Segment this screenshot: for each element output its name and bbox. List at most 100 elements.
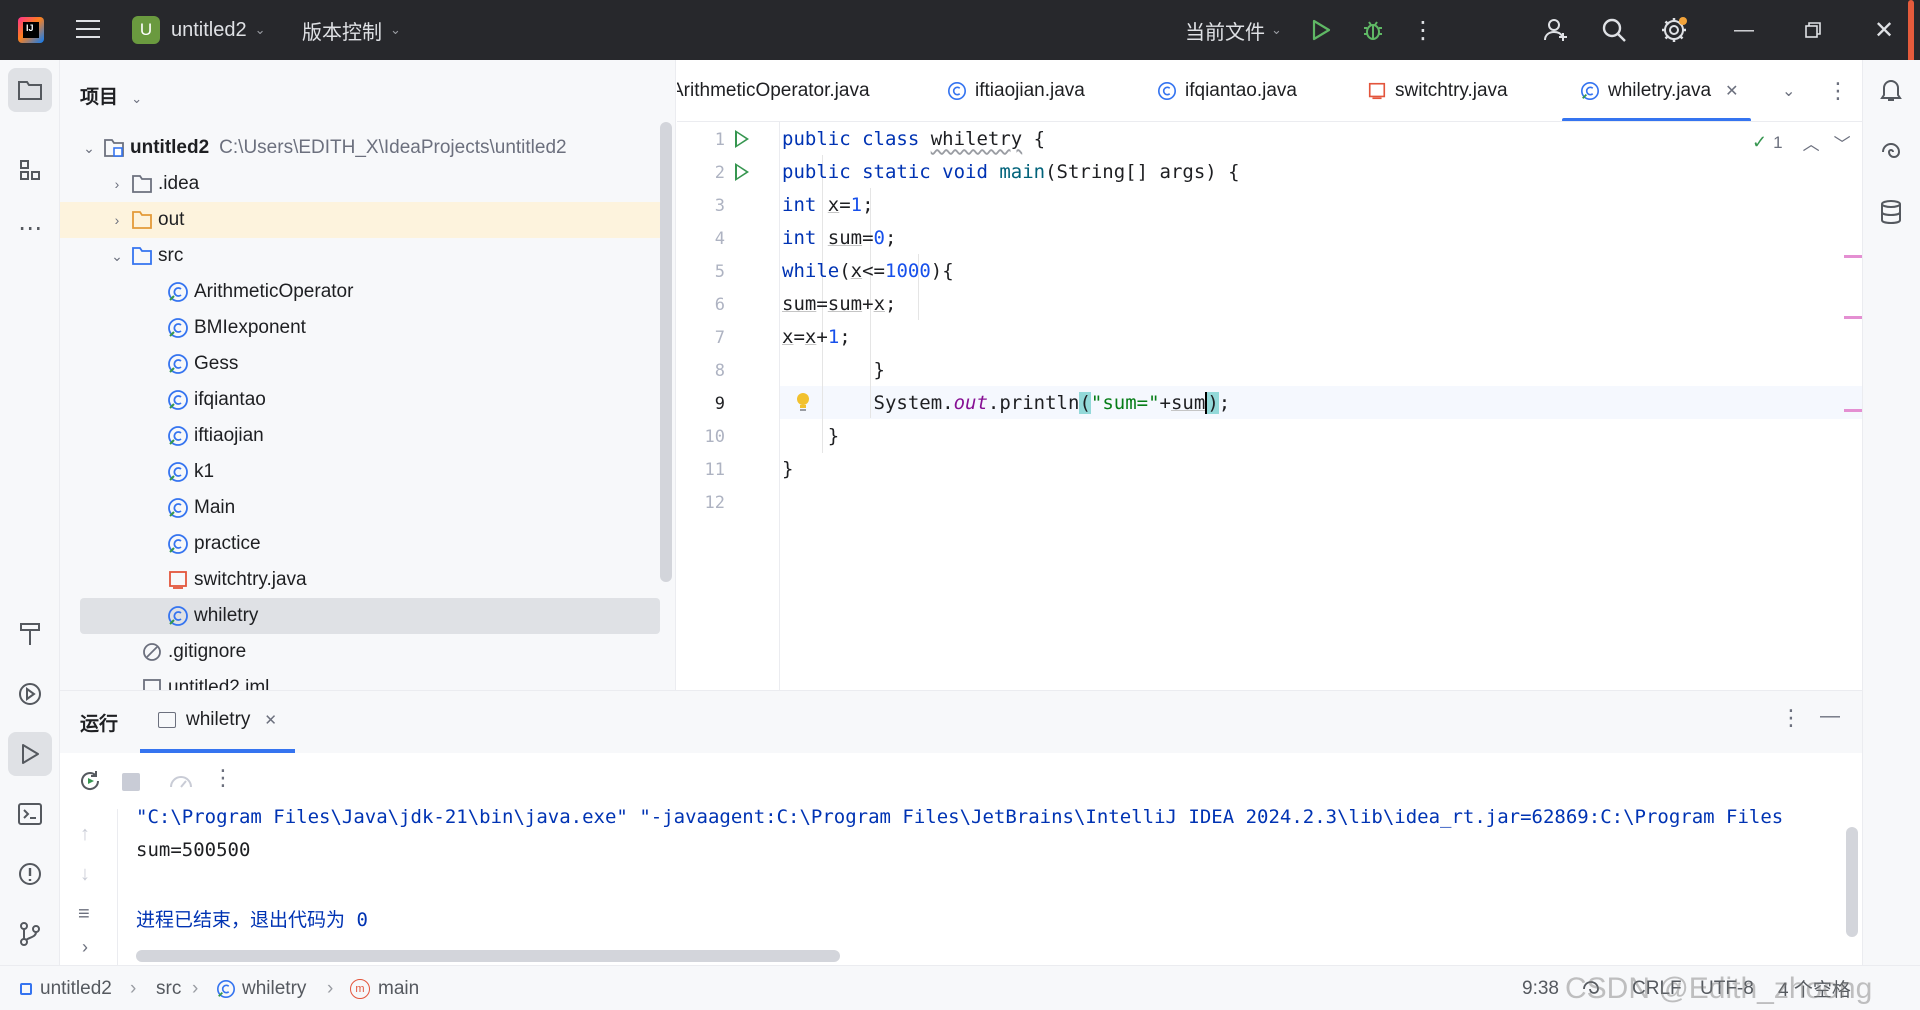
tab-more-icon[interactable]: ⋮ [1827, 60, 1849, 121]
intellij-logo-icon[interactable]: IJ [18, 17, 44, 43]
scroll-down-icon[interactable]: ↓ [80, 863, 90, 886]
notifications-bell-icon[interactable] [1869, 68, 1913, 112]
tab-whiletry[interactable]: whiletry.java ✕ [1562, 60, 1751, 121]
search-icon[interactable] [1598, 14, 1630, 46]
error-stripe-mark[interactable] [1844, 255, 1862, 258]
stop-icon[interactable] [122, 773, 140, 791]
build-hammer-icon[interactable] [8, 612, 52, 656]
line-number: 3 [714, 196, 725, 216]
tree-row-root[interactable]: ⌄ untitled2 C:\Users\EDITH_X\IdeaProject… [60, 130, 660, 166]
tree-row-class[interactable]: BMIexponent [60, 310, 660, 346]
tree-row-iml[interactable]: untitled2.iml [60, 670, 660, 690]
tab-arithmetic-operator[interactable]: ArithmeticOperator.java [677, 60, 870, 121]
right-tool-strip [1862, 60, 1920, 965]
tree-item-label: .gitignore [168, 641, 247, 662]
tab-iftiaojian[interactable]: iftiaojian.java [947, 60, 1085, 121]
project-selector[interactable]: untitled2 ⌄ [171, 0, 266, 60]
database-icon[interactable] [1869, 190, 1913, 234]
tree-row-class[interactable]: Main [60, 490, 660, 526]
line-number: 11 [704, 460, 725, 480]
run-more-icon[interactable]: ⋮ [1780, 705, 1802, 731]
chevron-up-icon[interactable]: ︿ [1803, 130, 1820, 155]
tree-row-class[interactable]: ifqiantao [60, 382, 660, 418]
tree-row-java-file[interactable]: switchtry.java [60, 562, 660, 598]
error-stripe-mark[interactable] [1844, 316, 1862, 319]
run-tool-icon[interactable] [8, 732, 52, 776]
tab-list-chevron-icon[interactable]: ⌄ [1782, 60, 1795, 121]
error-stripe-mark[interactable] [1844, 409, 1862, 412]
vcs-menu[interactable]: 版本控制 ⌄ [302, 0, 401, 60]
console-window-icon [158, 712, 176, 728]
java-class-icon [166, 460, 190, 484]
soft-wrap-icon[interactable]: ≡ [78, 903, 90, 926]
services-icon[interactable] [8, 672, 52, 716]
run-gutter-icon[interactable] [735, 130, 749, 148]
settings-gear-icon[interactable] [1658, 14, 1690, 46]
console-horizontal-scrollbar[interactable] [136, 950, 840, 962]
code-editor[interactable]: 1 2 3 4 5 6 7 8 9 10 11 12 public class … [677, 122, 1862, 690]
more-tools-icon[interactable]: ⋯ [8, 206, 52, 250]
tree-item-label: iftiaojian [194, 425, 264, 446]
tree-row-out[interactable]: › out [60, 202, 660, 238]
breadcrumb-project[interactable]: untitled2 [20, 966, 112, 1010]
breadcrumb-separator-icon: › [192, 977, 199, 999]
run-gutter-icon[interactable] [735, 163, 749, 181]
run-icon[interactable] [1305, 14, 1337, 46]
breadcrumb-label: src [156, 977, 182, 999]
tree-row-selected[interactable]: whiletry [80, 598, 660, 634]
minimize-icon[interactable]: — [1728, 14, 1760, 46]
rerun-icon[interactable] [78, 769, 102, 798]
debug-icon[interactable] [1357, 14, 1389, 46]
run-config-selector[interactable]: 当前文件 ⌄ [1185, 0, 1282, 60]
tree-row-class[interactable]: practice [60, 526, 660, 562]
problems-icon[interactable] [8, 852, 52, 896]
code-line: while(x <= 1000){ [782, 259, 954, 282]
chevron-right-icon[interactable]: › [82, 937, 88, 958]
git-icon[interactable] [8, 912, 52, 956]
breadcrumb-method[interactable]: m main [350, 966, 419, 1010]
project-panel-header[interactable]: 项目 ⌄ [80, 82, 142, 109]
line-number: 12 [704, 493, 725, 513]
code-line: public static void main (String[] args) { [782, 160, 1240, 183]
more-actions-icon[interactable]: ⋮ [1407, 14, 1439, 46]
tree-row-src[interactable]: ⌄ src [60, 238, 660, 274]
chevron-down-icon[interactable]: ﹀ [1834, 130, 1851, 155]
line-number: 8 [714, 361, 725, 381]
tree-row-idea[interactable]: › .idea [60, 166, 660, 202]
breadcrumb-label: main [378, 977, 420, 999]
run-tab-whiletry[interactable]: whiletry ✕ [140, 691, 295, 753]
project-folder-icon[interactable] [8, 68, 52, 112]
tree-row-class[interactable]: k1 [60, 454, 660, 490]
tree-row-class[interactable]: Gess [60, 346, 660, 382]
project-panel: 项目 ⌄ ⌄ untitled2 C:\Users\EDITH_X\IdeaPr… [60, 60, 676, 690]
breadcrumb-src[interactable]: src [156, 966, 181, 1010]
terminal-icon[interactable] [8, 792, 52, 836]
project-badge[interactable]: U [132, 16, 160, 44]
close-tab-icon[interactable]: ✕ [264, 711, 277, 729]
profiler-icon[interactable] [168, 769, 194, 798]
tab-label: whiletry.java [1608, 80, 1712, 101]
inspection-widget[interactable]: ✓ 1 ︿ ﹀ [1752, 130, 1851, 155]
tree-row-class[interactable]: iftiaojian [60, 418, 660, 454]
project-scrollbar[interactable] [660, 122, 672, 582]
console-vertical-scrollbar[interactable] [1846, 827, 1858, 937]
run-toolbar-more-icon[interactable]: ⋮ [212, 765, 234, 791]
ai-assistant-icon[interactable] [1869, 130, 1913, 174]
tree-row-gitignore[interactable]: .gitignore [60, 634, 660, 670]
add-user-icon[interactable] [1540, 14, 1572, 46]
tree-row-class[interactable]: ArithmeticOperator [60, 274, 660, 310]
close-window-icon[interactable]: ✕ [1868, 14, 1900, 46]
caret-position[interactable]: 9:38 [1522, 966, 1559, 1010]
breadcrumb-class[interactable]: whiletry [216, 966, 306, 1010]
scroll-up-icon[interactable]: ↑ [80, 823, 90, 846]
close-tab-icon[interactable]: ✕ [1725, 81, 1738, 101]
console-exit-line: 进程已结束，退出代码为 0 [136, 909, 368, 931]
hide-panel-icon[interactable]: — [1820, 705, 1840, 728]
chevron-down-icon: ⌄ [254, 22, 266, 37]
run-config-label: 当前文件 [1185, 21, 1265, 44]
structure-icon[interactable] [8, 148, 52, 192]
restore-icon[interactable] [1797, 14, 1829, 46]
tab-ifqiantao[interactable]: ifqiantao.java [1157, 60, 1297, 121]
main-menu-icon[interactable] [76, 20, 100, 40]
tab-switchtry[interactable]: switchtry.java [1367, 60, 1508, 121]
